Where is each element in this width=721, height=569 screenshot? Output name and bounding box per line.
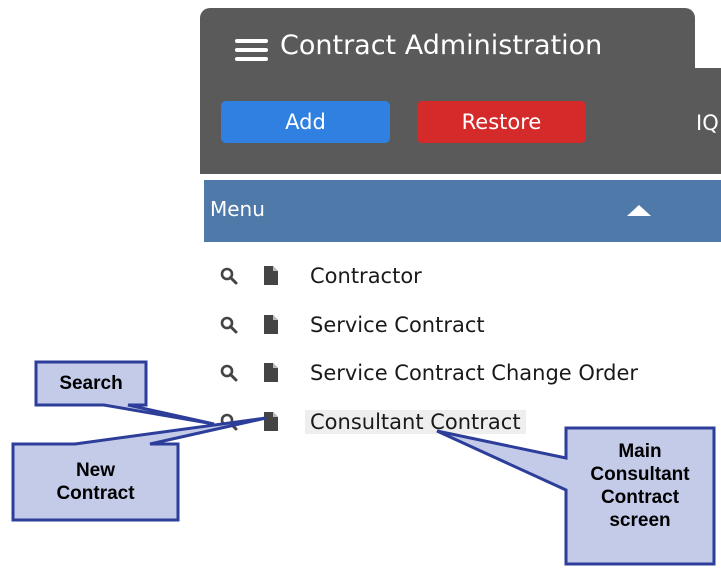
menu-item-contractor[interactable]: Contractor xyxy=(200,257,721,295)
contract-administration-window: Contract Administration Add Restore IQ M… xyxy=(200,8,721,458)
toolbar-truncated-item[interactable]: IQ xyxy=(696,111,719,135)
title-bar: Contract Administration xyxy=(200,8,695,86)
main-callout-line3: Contract xyxy=(600,487,680,508)
new-document-icon[interactable] xyxy=(264,315,278,334)
new-contract-callout-line1: New xyxy=(75,460,116,481)
page-title: Contract Administration xyxy=(280,30,603,61)
search-icon[interactable] xyxy=(220,364,238,382)
menu-item-label[interactable]: Service Contract Change Order xyxy=(310,361,638,385)
search-icon[interactable] xyxy=(220,413,238,431)
menu-item-label[interactable]: Contractor xyxy=(310,264,422,288)
search-icon[interactable] xyxy=(220,316,238,334)
menu-item-service-contract[interactable]: Service Contract xyxy=(200,306,721,344)
new-contract-callout-line2: Contract xyxy=(56,483,135,504)
restore-button[interactable]: Restore xyxy=(417,101,586,143)
menu-item-label[interactable]: Service Contract xyxy=(310,313,485,337)
new-document-icon[interactable] xyxy=(264,266,278,285)
collapse-caret-icon[interactable] xyxy=(627,205,651,216)
menu-header[interactable]: Menu xyxy=(204,180,721,242)
new-document-icon[interactable] xyxy=(264,412,278,431)
add-button[interactable]: Add xyxy=(221,101,390,143)
menu-list: Contractor Service Contract Service Cont… xyxy=(200,242,721,458)
main-callout-line1: Main xyxy=(618,441,662,462)
hamburger-menu-icon[interactable] xyxy=(235,39,268,61)
main-callout-line2: Consultant xyxy=(590,464,690,485)
search-icon[interactable] xyxy=(220,267,238,285)
menu-item-label[interactable]: Consultant Contract xyxy=(305,410,526,434)
menu-title: Menu xyxy=(210,197,265,221)
search-callout-text: Search xyxy=(59,373,123,394)
menu-item-service-contract-change-order[interactable]: Service Contract Change Order xyxy=(200,354,721,392)
toolbar: Add Restore IQ xyxy=(200,86,721,174)
main-callout-line4: screen xyxy=(609,510,671,531)
new-document-icon[interactable] xyxy=(264,363,278,382)
menu-item-consultant-contract[interactable]: Consultant Contract xyxy=(200,403,721,441)
